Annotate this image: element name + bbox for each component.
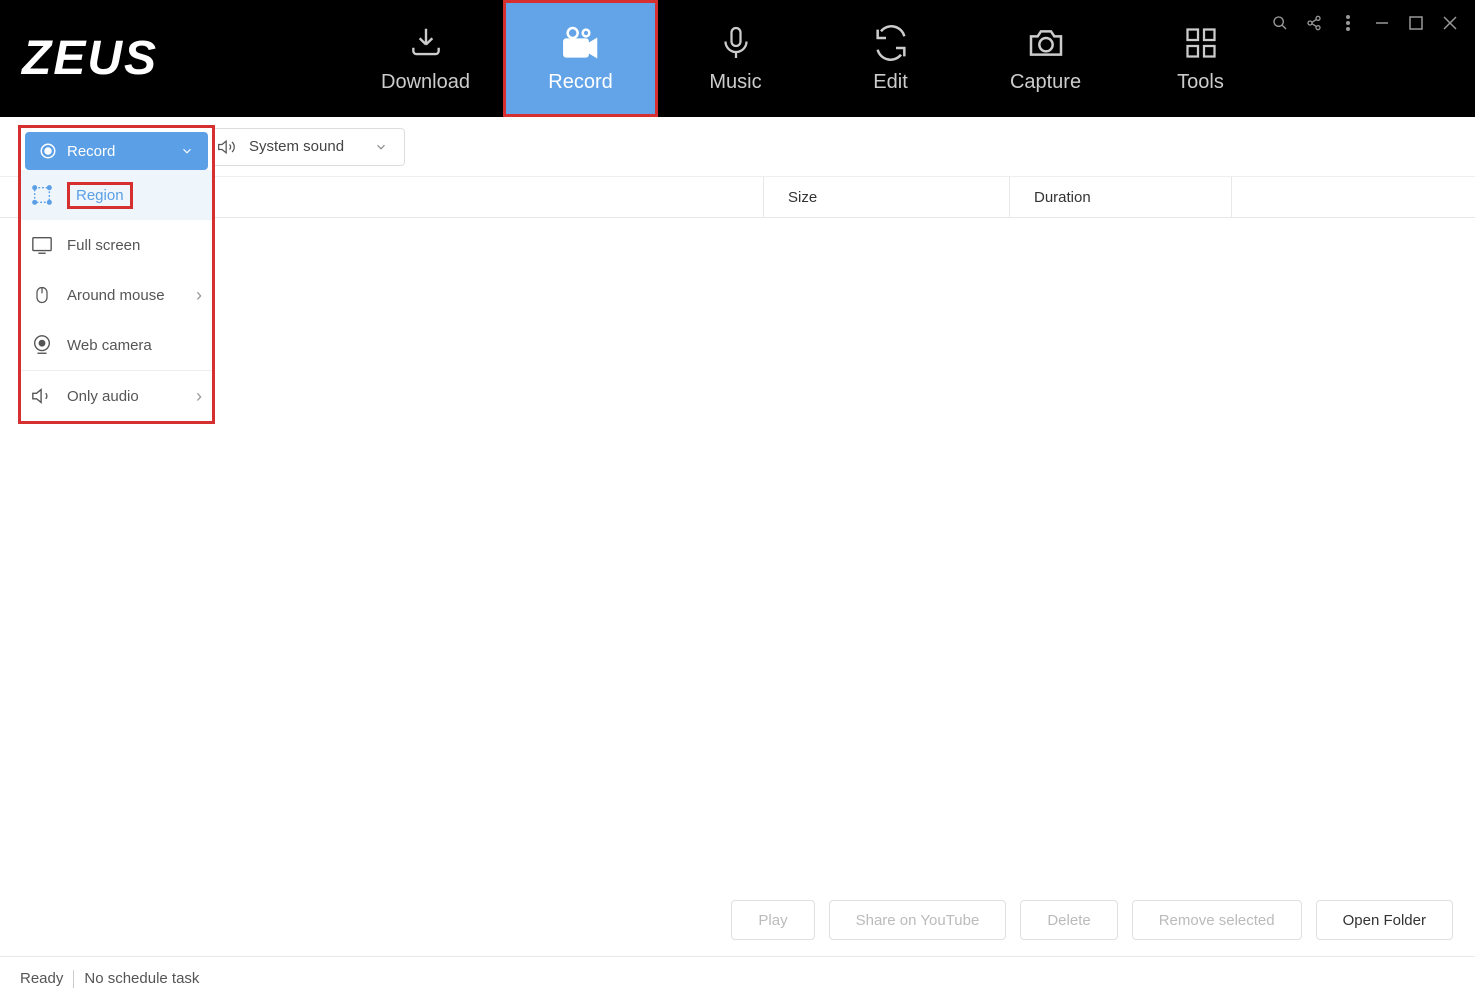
toolbar: System sound [0, 117, 1475, 177]
record-button-label: Record [67, 143, 115, 160]
close-icon[interactable] [1441, 14, 1459, 32]
sound-source-button[interactable]: System sound [200, 128, 405, 166]
app-logo: ZEUS [22, 31, 158, 86]
videocamera-icon [561, 23, 601, 63]
camera-icon [1026, 23, 1066, 63]
dropdown-item-onlyaudio[interactable]: Only audio › [21, 371, 212, 421]
nav-music-label: Music [709, 71, 761, 94]
search-icon[interactable] [1271, 14, 1289, 32]
share-icon[interactable] [1305, 14, 1323, 32]
record-button[interactable]: Record [25, 132, 208, 170]
nav-edit[interactable]: Edit [813, 0, 968, 117]
chevron-down-icon [374, 140, 388, 154]
status-ready: Ready [20, 970, 63, 987]
play-button[interactable]: Play [731, 900, 814, 940]
nav-tabs: Download Record Music Edit Capture [348, 0, 1278, 117]
record-dot-icon [39, 142, 57, 160]
th-size[interactable]: Size [763, 177, 1009, 217]
fullscreen-label: Full screen [67, 237, 140, 254]
open-folder-button[interactable]: Open Folder [1316, 900, 1453, 940]
nav-record[interactable]: Record [503, 0, 658, 117]
chevron-down-icon [180, 144, 194, 158]
dropdown-item-fullscreen[interactable]: Full screen [21, 220, 212, 270]
table-header: Size Duration [0, 177, 1475, 218]
webcam-icon [31, 334, 53, 356]
webcamera-label: Web camera [67, 337, 152, 354]
region-select-icon [31, 184, 53, 206]
remove-selected-button[interactable]: Remove selected [1132, 900, 1302, 940]
microphone-icon [716, 23, 756, 63]
record-mode-dropdown: Record Region Full screen Around mouse ›… [18, 125, 215, 424]
status-schedule: No schedule task [84, 970, 199, 987]
nav-capture-label: Capture [1010, 71, 1081, 94]
onlyaudio-label: Only audio [67, 388, 139, 405]
chevron-right-icon: › [196, 386, 202, 407]
dropdown-item-aroundmouse[interactable]: Around mouse › [21, 270, 212, 320]
mouse-icon [31, 284, 53, 306]
nav-download[interactable]: Download [348, 0, 503, 117]
chevron-right-icon: › [196, 285, 202, 306]
audio-icon [31, 385, 53, 407]
th-duration[interactable]: Duration [1009, 177, 1231, 217]
dropdown-item-region[interactable]: Region [21, 170, 212, 220]
share-youtube-button[interactable]: Share on YouTube [829, 900, 1007, 940]
nav-download-label: Download [381, 71, 470, 94]
speaker-icon [217, 137, 237, 157]
nav-record-label: Record [548, 71, 612, 94]
nav-tools[interactable]: Tools [1123, 0, 1278, 117]
action-button-bar: Play Share on YouTube Delete Remove sele… [731, 900, 1453, 940]
menu-icon[interactable] [1339, 14, 1357, 32]
region-label: Region [67, 182, 133, 209]
convert-icon [871, 23, 911, 63]
apps-icon [1181, 23, 1221, 63]
delete-button[interactable]: Delete [1020, 900, 1117, 940]
nav-capture[interactable]: Capture [968, 0, 1123, 117]
separator [73, 970, 74, 988]
aroundmouse-label: Around mouse [67, 287, 165, 304]
dropdown-item-webcamera[interactable]: Web camera [21, 320, 212, 370]
maximize-icon[interactable] [1407, 14, 1425, 32]
status-bar: Ready No schedule task [0, 956, 1475, 1000]
window-controls [1271, 14, 1459, 32]
monitor-icon [31, 234, 53, 256]
nav-music[interactable]: Music [658, 0, 813, 117]
download-icon [406, 23, 446, 63]
nav-edit-label: Edit [873, 71, 907, 94]
app-header: ZEUS Download Record Music Edit [0, 0, 1475, 117]
sound-label: System sound [249, 138, 344, 155]
minimize-icon[interactable] [1373, 14, 1391, 32]
nav-tools-label: Tools [1177, 71, 1224, 94]
recording-list [0, 218, 1475, 894]
th-end [1231, 177, 1475, 217]
